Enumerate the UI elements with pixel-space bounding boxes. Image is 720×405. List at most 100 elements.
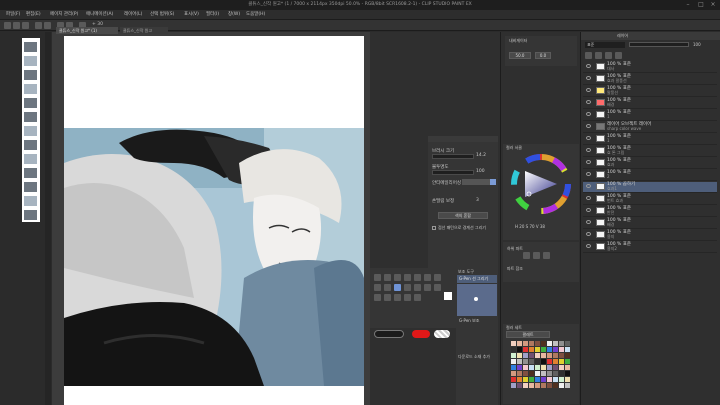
color-swatch[interactable] xyxy=(535,377,540,382)
eye-icon[interactable] xyxy=(586,124,591,128)
color-swatch[interactable] xyxy=(553,383,558,388)
document-tab[interactable]: 클튜스_신작 원고 xyxy=(120,27,168,34)
color-swatch[interactable] xyxy=(529,347,534,352)
color-swatch[interactable] xyxy=(541,383,546,388)
color-swatch[interactable] xyxy=(559,341,564,346)
menu-file[interactable]: 파일(F) xyxy=(6,11,20,19)
page-thumbnail[interactable] xyxy=(24,56,37,66)
color-swatch[interactable] xyxy=(523,341,528,346)
antialias-selected-icon[interactable] xyxy=(490,179,496,185)
eye-icon[interactable] xyxy=(586,244,591,248)
page-thumbnail[interactable] xyxy=(24,112,37,122)
color-swatch[interactable] xyxy=(547,371,552,376)
color-swatch[interactable] xyxy=(529,383,534,388)
color-swatch[interactable] xyxy=(511,383,516,388)
color-swatch[interactable] xyxy=(559,353,564,358)
eye-icon[interactable] xyxy=(586,184,591,188)
sub-tool-item-gpen[interactable]: G-Pen 선 그리기 xyxy=(457,275,497,283)
antialias-selector[interactable] xyxy=(462,179,492,185)
eyedropper-tool-icon[interactable] xyxy=(414,274,421,281)
color-swatch[interactable] xyxy=(547,365,552,370)
color-swatch[interactable] xyxy=(547,341,552,346)
color-swatch[interactable] xyxy=(535,383,540,388)
brush-tool-icon[interactable] xyxy=(374,284,381,291)
color-swatch[interactable] xyxy=(541,371,546,376)
color-swatch[interactable] xyxy=(535,347,540,352)
layer-row[interactable]: 100 % 표준 용지 xyxy=(583,230,717,241)
sub-color-chip[interactable] xyxy=(374,330,404,338)
layer-row[interactable]: 100 % 표준 배경 xyxy=(583,218,717,229)
color-swatch[interactable] xyxy=(565,383,570,388)
layer-prop-icon-1[interactable] xyxy=(523,252,530,259)
color-swatch[interactable] xyxy=(529,365,534,370)
eye-icon[interactable] xyxy=(586,220,591,224)
color-swatch[interactable] xyxy=(517,341,522,346)
color-swatch[interactable] xyxy=(553,377,558,382)
color-swatch[interactable] xyxy=(565,371,570,376)
lasso-tool-icon[interactable] xyxy=(404,274,411,281)
page-thumbnail[interactable] xyxy=(24,210,37,220)
transparent-color-chip[interactable] xyxy=(434,330,450,338)
color-swatch[interactable] xyxy=(559,365,564,370)
color-swatch[interactable] xyxy=(541,377,546,382)
layer-row[interactable]: 100 % 표준 효과 말풍선 xyxy=(583,74,717,85)
color-swatch[interactable] xyxy=(565,341,570,346)
outline-checkbox[interactable] xyxy=(432,226,436,230)
color-swatch[interactable] xyxy=(535,341,540,346)
color-swatch[interactable] xyxy=(565,365,570,370)
balloon-tool-icon[interactable] xyxy=(404,294,411,301)
color-swatch[interactable] xyxy=(535,365,540,370)
eye-icon[interactable] xyxy=(586,172,591,176)
eye-icon[interactable] xyxy=(586,88,591,92)
color-swatch[interactable] xyxy=(529,341,534,346)
color-swatch[interactable] xyxy=(547,383,552,388)
line-correct-tool-icon[interactable] xyxy=(414,294,421,301)
layer-prop-icon-2[interactable] xyxy=(533,252,540,259)
page-thumbnail[interactable] xyxy=(24,196,37,206)
eye-icon[interactable] xyxy=(586,160,591,164)
color-swatch[interactable] xyxy=(529,377,534,382)
eye-icon[interactable] xyxy=(586,112,591,116)
layer-row[interactable]: 100 % 표준 배경 xyxy=(583,98,717,109)
menu-view[interactable]: 표시(V) xyxy=(184,11,199,19)
color-swatch[interactable] xyxy=(565,353,570,358)
color-swatch[interactable] xyxy=(565,359,570,364)
new-file-icon[interactable] xyxy=(4,22,11,29)
color-swatch[interactable] xyxy=(559,359,564,364)
color-swatch[interactable] xyxy=(565,347,570,352)
layer-row[interactable]: 100 % 표준 1 xyxy=(583,110,717,121)
color-swatch[interactable] xyxy=(517,383,522,388)
new-layer-icon[interactable] xyxy=(585,52,592,59)
color-swatch[interactable] xyxy=(523,353,528,358)
color-swatch[interactable] xyxy=(559,347,564,352)
navigator-zoom-field[interactable]: 50.0 xyxy=(509,52,531,59)
gradient-tool-icon[interactable] xyxy=(424,284,431,291)
zoom-tool-icon[interactable] xyxy=(374,274,381,281)
color-swatch[interactable] xyxy=(523,347,528,352)
save-icon[interactable] xyxy=(22,22,29,29)
color-swatch[interactable] xyxy=(535,353,540,358)
color-swatch[interactable] xyxy=(541,359,546,364)
color-swatch[interactable] xyxy=(523,359,528,364)
page-thumbnail[interactable] xyxy=(24,168,37,178)
clip-layer-icon[interactable] xyxy=(605,52,612,59)
color-swatch[interactable] xyxy=(523,383,528,388)
brush-size-slider[interactable] xyxy=(432,154,474,159)
ruler-tool-icon[interactable] xyxy=(384,294,391,301)
color-swatch[interactable] xyxy=(511,347,516,352)
color-set-grid[interactable] xyxy=(511,341,573,389)
open-file-icon[interactable] xyxy=(13,22,20,29)
menu-help[interactable]: 도움말(H) xyxy=(246,11,265,19)
navigator-rotate-field[interactable]: 0.0 xyxy=(535,52,551,59)
layer-row[interactable]: 100 % 표준 2 xyxy=(583,170,717,181)
layer-row[interactable]: 100 % 표준 1 xyxy=(583,134,717,145)
color-swatch[interactable] xyxy=(535,371,540,376)
eraser-tool-icon[interactable] xyxy=(394,284,401,291)
color-swatch[interactable] xyxy=(535,359,540,364)
layer-row[interactable]: 100 % 표준 용지2 xyxy=(583,242,717,253)
menu-filter[interactable]: 필터(I) xyxy=(206,11,219,19)
pencil-tool-icon[interactable] xyxy=(434,274,441,281)
color-swatch[interactable] xyxy=(517,377,522,382)
undo-icon[interactable] xyxy=(35,22,42,29)
main-color-swatch-small[interactable] xyxy=(444,292,452,300)
